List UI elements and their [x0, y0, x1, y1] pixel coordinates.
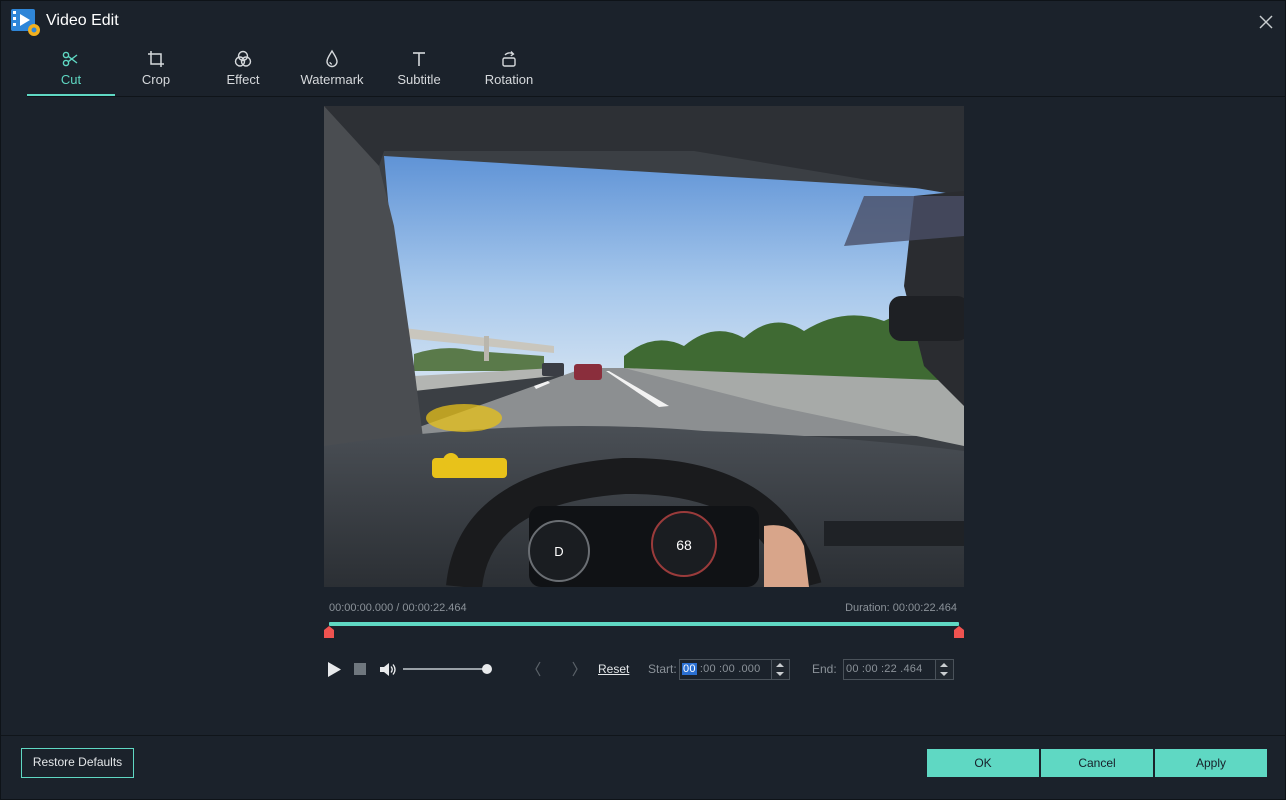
start-label: Start:	[648, 662, 677, 676]
tab-watermark[interactable]: Watermark	[289, 45, 375, 96]
trim-end-handle[interactable]	[954, 626, 964, 638]
tab-label: Subtitle	[397, 72, 441, 87]
footer-divider	[1, 735, 1286, 736]
stop-icon[interactable]	[354, 663, 366, 675]
tab-crop[interactable]: Crop	[115, 45, 197, 96]
spin-up-icon[interactable]	[776, 663, 784, 667]
watermark-icon	[326, 49, 338, 68]
tab-effect[interactable]: Effect	[199, 45, 287, 96]
rotation-icon	[502, 51, 516, 67]
tab-label: Rotation	[484, 72, 534, 87]
spin-down-icon[interactable]	[776, 672, 784, 676]
volume-icon[interactable]	[379, 662, 397, 677]
video-preview: D 68	[324, 106, 964, 587]
start-time-rest: :00 :00 .000	[696, 663, 761, 675]
edit-tabs: Cut Crop Effect Watermark Subtitle Rotat…	[27, 45, 1286, 97]
start-time-selected-segment: 00	[682, 663, 697, 675]
svg-text:68: 68	[676, 537, 692, 553]
duration-readout: Duration: 00:00:22.464	[845, 602, 957, 614]
trim-timeline[interactable]	[329, 622, 959, 626]
start-time-spinner[interactable]	[771, 660, 789, 679]
end-time-spinner[interactable]	[935, 660, 953, 679]
app-logo-icon	[11, 9, 40, 36]
tab-rotation[interactable]: Rotation	[465, 45, 553, 96]
tab-label: Crop	[141, 72, 171, 87]
tab-subtitle[interactable]: Subtitle	[377, 45, 461, 96]
play-icon[interactable]	[326, 661, 342, 678]
close-icon[interactable]	[1255, 11, 1277, 33]
start-time-field[interactable]: 00 :00 :00 .000	[679, 659, 790, 680]
tabs-divider	[27, 96, 1286, 97]
tab-label: Effect	[226, 72, 260, 87]
window-title: Video Edit	[46, 12, 119, 29]
spin-up-icon[interactable]	[940, 663, 948, 667]
tab-label: Cut	[60, 72, 82, 87]
svg-text:D: D	[554, 544, 563, 559]
trim-start-handle[interactable]	[324, 626, 334, 638]
restore-defaults-button[interactable]: Restore Defaults	[21, 748, 134, 778]
end-time-value: 00 :00 :22 .464	[846, 663, 923, 675]
tab-cut[interactable]: Cut	[27, 45, 115, 96]
current-time-readout: 00:00:00.000 / 00:00:22.464	[329, 602, 467, 614]
ok-button[interactable]: OK	[927, 749, 1039, 777]
end-time-field[interactable]: 00 :00 :22 .464	[843, 659, 954, 680]
volume-slider-track[interactable]	[403, 668, 487, 670]
crop-icon	[148, 51, 164, 67]
end-label: End:	[812, 662, 837, 676]
reset-link[interactable]: Reset	[598, 662, 629, 676]
cancel-button[interactable]: Cancel	[1041, 749, 1153, 777]
video-edit-window: Video Edit Cut Crop Effect Watermark Sub…	[0, 0, 1286, 800]
scissors-icon	[62, 51, 78, 67]
effect-icon	[234, 50, 252, 67]
spin-down-icon[interactable]	[940, 672, 948, 676]
prev-frame-icon[interactable]	[534, 661, 542, 677]
next-frame-icon[interactable]	[571, 661, 579, 677]
subtitle-icon	[413, 52, 425, 66]
tab-label: Watermark	[300, 72, 364, 87]
apply-button[interactable]: Apply	[1155, 749, 1267, 777]
volume-slider-knob[interactable]	[482, 664, 492, 674]
video-frame-image: D 68	[324, 106, 964, 587]
title-bar: Video Edit	[1, 1, 1286, 43]
